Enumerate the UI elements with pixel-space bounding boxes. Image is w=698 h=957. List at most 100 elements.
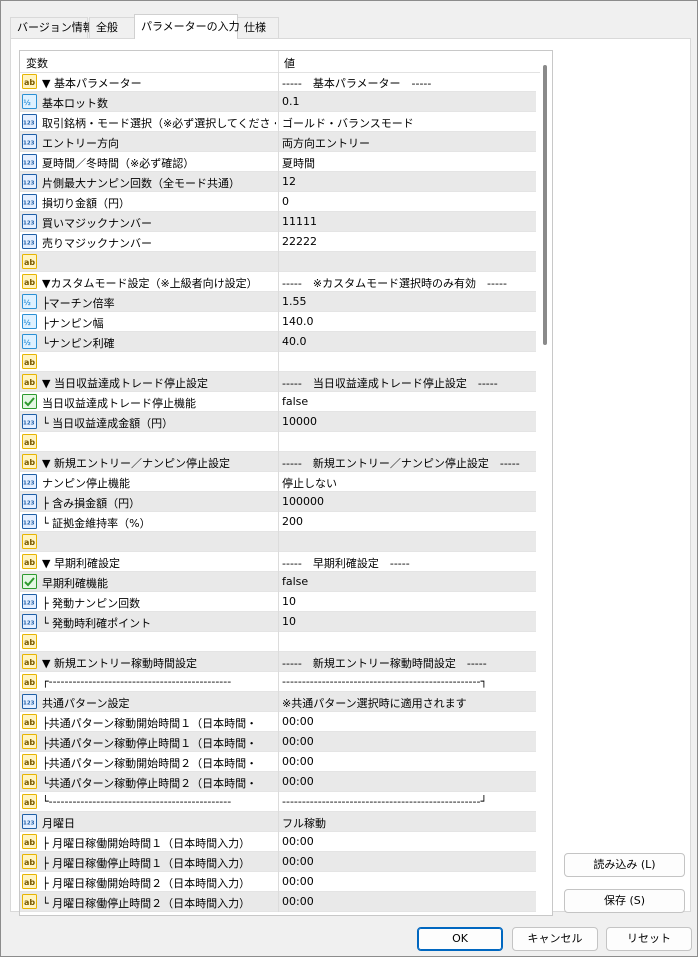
parameter-row[interactable]: 123 片側最大ナンピン回数（全モード共通） 12: [20, 172, 536, 192]
cell-divider: [278, 552, 279, 572]
parameter-value[interactable]: 00:00: [282, 755, 534, 768]
parameter-row[interactable]: ab ▼ 早期利確設定 ----- 早期利確設定 -----: [20, 552, 536, 572]
parameter-value[interactable]: 両方向エントリー: [282, 135, 534, 151]
cell-divider: [278, 692, 279, 712]
tab-general[interactable]: 全般: [89, 17, 135, 38]
parameter-row[interactable]: 123 売りマジックナンバー 22222: [20, 232, 536, 252]
parameter-value[interactable]: 00:00: [282, 735, 534, 748]
parameter-row[interactable]: ½ 基本ロット数 0.1: [20, 92, 536, 112]
parameter-grid[interactable]: 変数 値 ab ▼ 基本パラメーター ----- 基本パラメーター ----- ½ 基本…: [19, 50, 553, 916]
parameter-row[interactable]: ab: [20, 252, 536, 272]
ok-button[interactable]: OK: [417, 927, 503, 951]
parameter-row[interactable]: 123 損切り金額（円） 0: [20, 192, 536, 212]
grid-scrollbar[interactable]: [538, 51, 552, 915]
parameter-value[interactable]: 10000: [282, 415, 534, 428]
tab-version-info[interactable]: バージョン情報: [10, 17, 94, 38]
parameter-row[interactable]: 123 └ 証拠金維持率（%） 200: [20, 512, 536, 532]
parameter-value[interactable]: ----------------------------------------…: [282, 675, 534, 688]
parameter-value[interactable]: 40.0: [282, 335, 534, 348]
parameter-row[interactable]: 123 夏時間／冬時間（※必ず確認） 夏時間: [20, 152, 536, 172]
parameter-row[interactable]: ½ └ナンピン利確 40.0: [20, 332, 536, 352]
parameter-row[interactable]: 123 └ 当日収益達成金額（円） 10000: [20, 412, 536, 432]
parameter-value[interactable]: 0: [282, 195, 534, 208]
parameter-row[interactable]: ab ▼ 新規エントリー／ナンピン停止設定 ----- 新規エントリー／ナンピン停止…: [20, 452, 536, 472]
svg-text:ab: ab: [24, 738, 35, 747]
parameter-value[interactable]: 100000: [282, 495, 534, 508]
parameter-row[interactable]: ab: [20, 532, 536, 552]
parameter-value[interactable]: 12: [282, 175, 534, 188]
reset-button[interactable]: リセット: [606, 927, 692, 951]
load-button[interactable]: 読み込み (L): [564, 853, 685, 877]
parameter-row[interactable]: ab ├ 月曜日稼働開始時間２（日本時間入力） 00:00: [20, 872, 536, 892]
parameter-row[interactable]: ab ├ 月曜日稼働停止時間１（日本時間入力） 00:00: [20, 852, 536, 872]
parameter-row[interactable]: ab └共通パターン稼動停止時間２（日本時間・ 00:00: [20, 772, 536, 792]
parameter-value[interactable]: ----- 早期利確設定 -----: [282, 555, 534, 571]
parameter-row[interactable]: ab ├共通パターン稼動開始時間１（日本時間・ 00:00: [20, 712, 536, 732]
parameter-value[interactable]: 10: [282, 595, 534, 608]
parameter-row[interactable]: ½ ├マーチン倍率 1.55: [20, 292, 536, 312]
parameter-value[interactable]: 10: [282, 615, 534, 628]
parameter-value[interactable]: ----- 基本パラメーター -----: [282, 75, 534, 91]
parameter-value[interactable]: false: [282, 575, 534, 588]
parameter-value[interactable]: false: [282, 395, 534, 408]
save-button[interactable]: 保存 (S): [564, 889, 685, 913]
cell-divider: [278, 672, 279, 692]
parameter-row[interactable]: 123 ├ 発動ナンピン回数 10: [20, 592, 536, 612]
parameter-row[interactable]: 早期利確機能 false: [20, 572, 536, 592]
parameter-value[interactable]: ----- 新規エントリー／ナンピン停止設定 -----: [282, 455, 534, 471]
parameter-row[interactable]: ab ▼ 基本パラメーター ----- 基本パラメーター -----: [20, 72, 536, 92]
parameter-value[interactable]: ----------------------------------------…: [282, 795, 534, 808]
parameter-value[interactable]: ゴールド・バランスモード: [282, 115, 534, 131]
parameter-row[interactable]: ab: [20, 632, 536, 652]
parameter-row[interactable]: 123 └ 発動時利確ポイント 10: [20, 612, 536, 632]
column-header-variable[interactable]: 変数: [26, 55, 48, 71]
parameter-row[interactable]: 123 買いマジックナンバー 11111: [20, 212, 536, 232]
parameter-row[interactable]: 123 ├ 含み損金額（円） 100000: [20, 492, 536, 512]
parameter-value[interactable]: 00:00: [282, 855, 534, 868]
parameter-value[interactable]: 200: [282, 515, 534, 528]
parameter-value[interactable]: 00:00: [282, 835, 534, 848]
parameter-value[interactable]: ----- 新規エントリー稼動時間設定 -----: [282, 655, 534, 671]
parameter-row[interactable]: 123 月曜日 フル稼動: [20, 812, 536, 832]
parameter-value[interactable]: 00:00: [282, 715, 534, 728]
parameter-row[interactable]: ab ▼カスタムモード設定（※上級者向け設定） ----- ※カスタムモード選択時の…: [20, 272, 536, 292]
parameter-row[interactable]: ab └ 月曜日稼働停止時間２（日本時間入力） 00:00: [20, 892, 536, 912]
parameter-value[interactable]: ----- 当日収益達成トレード停止設定 -----: [282, 375, 534, 391]
parameter-row[interactable]: 123 取引銘柄・モード選択（※必ず選択してくださ・ ゴールド・バランスモード: [20, 112, 536, 132]
parameter-value[interactable]: 22222: [282, 235, 534, 248]
parameter-row[interactable]: 123 共通パターン設定 ※共通パターン選択時に適用されます: [20, 692, 536, 712]
parameter-value[interactable]: 0.1: [282, 95, 534, 108]
column-header-value[interactable]: 値: [284, 55, 295, 71]
cancel-button[interactable]: キャンセル: [512, 927, 598, 951]
column-divider[interactable]: [278, 51, 279, 72]
parameter-value[interactable]: フル稼動: [282, 815, 534, 831]
scrollbar-thumb[interactable]: [543, 65, 547, 345]
parameter-row[interactable]: ab ├共通パターン稼動停止時間１（日本時間・ 00:00: [20, 732, 536, 752]
parameter-row[interactable]: ab: [20, 432, 536, 452]
parameter-row[interactable]: ab └-------------------------------------…: [20, 792, 536, 812]
parameter-value[interactable]: 00:00: [282, 775, 534, 788]
parameter-row[interactable]: 当日収益達成トレード停止機能 false: [20, 392, 536, 412]
svg-text:ab: ab: [24, 538, 35, 547]
parameter-row[interactable]: ab ├ 月曜日稼働開始時間１（日本時間入力） 00:00: [20, 832, 536, 852]
parameter-value[interactable]: ----- ※カスタムモード選択時のみ有効 -----: [282, 275, 534, 291]
parameter-row[interactable]: ½ ├ナンピン幅 140.0: [20, 312, 536, 332]
parameter-row[interactable]: 123 ナンピン停止機能 停止しない: [20, 472, 536, 492]
parameter-row[interactable]: ab ┌-------------------------------------…: [20, 672, 536, 692]
parameter-name: ├ 月曜日稼働停止時間１（日本時間入力）: [42, 857, 251, 870]
parameter-row[interactable]: ab ▼ 当日収益達成トレード停止設定 ----- 当日収益達成トレード停止設定 -…: [20, 372, 536, 392]
parameter-row[interactable]: 123 エントリー方向 両方向エントリー: [20, 132, 536, 152]
parameter-row[interactable]: ab ▼ 新規エントリー稼動時間設定 ----- 新規エントリー稼動時間設定 ---…: [20, 652, 536, 672]
parameter-value[interactable]: 00:00: [282, 895, 534, 908]
tab-specification[interactable]: 仕様: [237, 17, 279, 38]
tab-parameter-input[interactable]: パラメーターの入力: [134, 14, 240, 39]
parameter-value[interactable]: 1.55: [282, 295, 534, 308]
parameter-row[interactable]: ab: [20, 352, 536, 372]
parameter-value[interactable]: ※共通パターン選択時に適用されます: [282, 695, 534, 711]
parameter-value[interactable]: 00:00: [282, 875, 534, 888]
parameter-value[interactable]: 140.0: [282, 315, 534, 328]
parameter-value[interactable]: 11111: [282, 215, 534, 228]
parameter-value[interactable]: 夏時間: [282, 155, 534, 171]
parameter-row[interactable]: ab ├共通パターン稼動開始時間２（日本時間・ 00:00: [20, 752, 536, 772]
parameter-value[interactable]: 停止しない: [282, 475, 534, 491]
